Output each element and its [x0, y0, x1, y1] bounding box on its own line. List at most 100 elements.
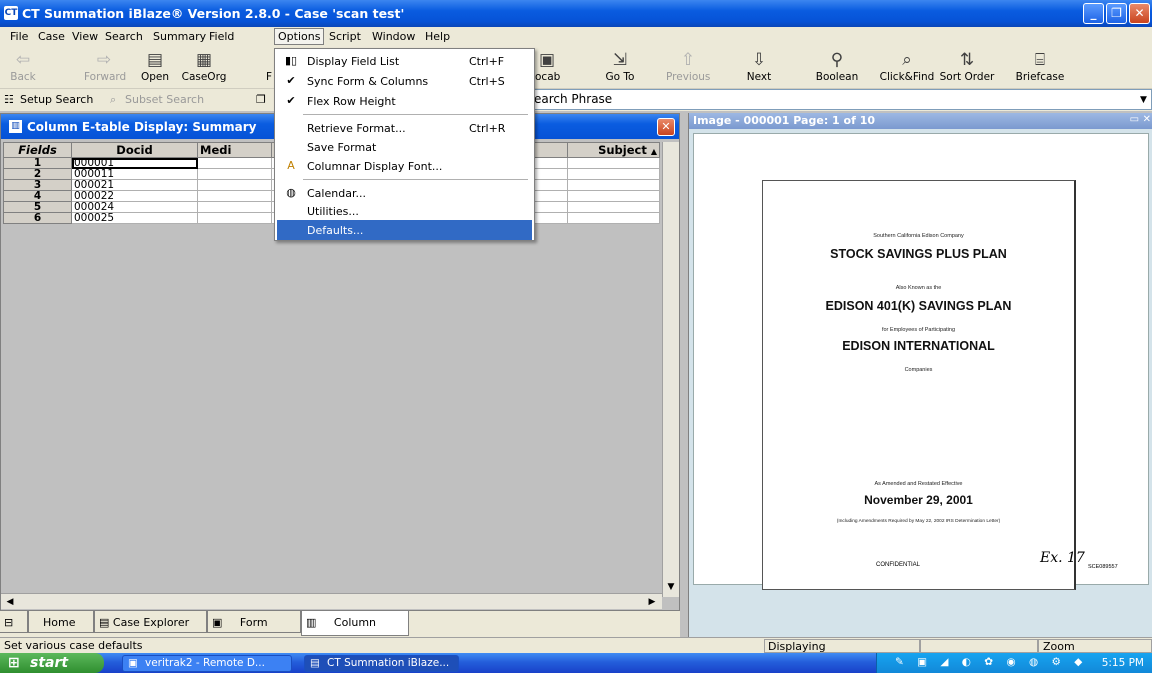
docid-cell[interactable]: 000011 — [71, 168, 198, 180]
medium-cell[interactable] — [197, 157, 272, 169]
briefcase-button[interactable]: ⌸ Briefcase — [1015, 49, 1065, 83]
horizontal-scrollbar[interactable]: ◀ ▶ — [1, 593, 662, 609]
menu-case[interactable]: Case — [38, 30, 65, 43]
subject-cell[interactable] — [567, 157, 660, 169]
forward-button[interactable]: ⇨ Forward — [84, 49, 126, 83]
docid-cell[interactable]: 000022 — [71, 190, 198, 202]
minimize-button[interactable]: _ — [1083, 3, 1104, 24]
vocab-button[interactable]: ▣ ocab — [535, 49, 560, 83]
restore-viewer-icon[interactable]: ▭ — [1130, 114, 1139, 125]
scroll-down-icon[interactable]: ▼ — [664, 580, 678, 594]
docid-cell[interactable]: 000024 — [71, 201, 198, 213]
medium-cell[interactable] — [197, 168, 272, 180]
menu-file[interactable]: File — [10, 30, 28, 43]
document-page: Southern California Edison Company STOCK… — [762, 180, 1076, 590]
menu-item-flex-row-height[interactable]: ✔ Flex Row Height — [277, 91, 532, 111]
menu-search[interactable]: Search — [105, 30, 143, 43]
previous-icon: ⇧ — [680, 50, 696, 70]
medium-cell[interactable] — [197, 179, 272, 191]
clock: 5:15 PM — [1101, 657, 1144, 669]
medium-header[interactable]: Medi — [197, 142, 272, 158]
scroll-right-icon[interactable]: ▶ — [645, 595, 659, 609]
column-icon: ▥ — [306, 616, 317, 629]
menu-item-save-format[interactable]: Save Format — [277, 137, 532, 157]
row-number: 3 — [3, 179, 72, 191]
start-button[interactable]: ⊞ start — [0, 653, 104, 673]
menu-item-display-field-list[interactable]: ▮▯ Display Field List Ctrl+F — [277, 51, 532, 71]
menu-item-retrieve-format[interactable]: Retrieve Format... Ctrl+R — [277, 118, 532, 138]
close-panel-button[interactable]: ✕ — [657, 118, 675, 136]
subject-cell[interactable] — [567, 179, 660, 191]
menu-view[interactable]: View — [72, 30, 98, 43]
medium-cell[interactable] — [197, 212, 272, 224]
clickfind-icon: ⌕ — [902, 50, 912, 70]
tab-column[interactable]: ▥ Column — [301, 611, 409, 636]
document-image[interactable]: Southern California Edison Company STOCK… — [693, 133, 1149, 590]
doc-aka: Also Known as the — [895, 285, 942, 291]
subset-search-button[interactable]: Subset Search — [125, 93, 204, 106]
setup-search-button[interactable]: Setup Search — [20, 93, 93, 106]
fields-header[interactable]: Fields — [3, 142, 72, 158]
subject-cell[interactable] — [567, 168, 660, 180]
docid-cell[interactable]: 000001 — [71, 157, 198, 169]
menu-item-defaults[interactable]: Defaults... — [277, 220, 532, 240]
tabs-menu-icon[interactable]: ⊟ — [0, 611, 28, 633]
medium-cell[interactable] — [197, 190, 272, 202]
previous-button[interactable]: ⇧ Previous — [666, 49, 710, 83]
medium-cell[interactable] — [197, 201, 272, 213]
subject-cell[interactable] — [567, 212, 660, 224]
doc-for: for Employees of Participating — [881, 327, 956, 333]
menu-item-columnar-display-font[interactable]: A Columnar Display Font... — [277, 156, 532, 176]
menu-options[interactable]: Options — [274, 28, 325, 45]
subject-cell[interactable] — [567, 201, 660, 213]
taskbar-summation[interactable]: ▤ CT Summation iBlaze... — [304, 655, 459, 672]
scroll-left-icon[interactable]: ◀ — [3, 595, 17, 609]
boolean-button[interactable]: ⚲ Boolean — [815, 49, 859, 83]
menu-window[interactable]: Window — [372, 30, 415, 43]
menu-item-utilities[interactable]: Utilities... — [277, 201, 532, 221]
toolbar: ⇦ Back ⇨ Forward ▤ Open ▦ CaseOrg F ▣ ocab ⇲ G… — [0, 47, 1152, 89]
row-number: 2 — [3, 168, 72, 180]
menu-item-calendar[interactable]: ◍ Calendar... — [277, 183, 532, 203]
open-button[interactable]: ▤ Open — [139, 49, 171, 83]
sortorder-button[interactable]: ⇅ Sort Order — [939, 49, 995, 83]
menu-script[interactable]: Script — [329, 30, 361, 43]
menu-separator — [303, 179, 528, 180]
caseorg-icon: ▦ — [195, 50, 213, 70]
caseorg-button[interactable]: ▦ CaseOrg — [181, 49, 227, 83]
search-phrase-input[interactable]: earch Phrase — [530, 89, 1152, 110]
goto-button[interactable]: ⇲ Go To — [604, 49, 636, 83]
menu-item-sync-form-columns[interactable]: ✔ Sync Form & Columns Ctrl+S — [277, 71, 532, 91]
clickfind-button[interactable]: ⌕ Click&Find — [879, 49, 935, 83]
column-etable-title: Column E-table Display: Summary — [27, 120, 257, 134]
tab-case-explorer[interactable]: ▤ Case Explorer — [94, 611, 207, 633]
docid-cell[interactable]: 000021 — [71, 179, 198, 191]
menu-help[interactable]: Help — [425, 30, 450, 43]
tab-form[interactable]: ▣ Form — [207, 611, 301, 633]
toolbar-cut-button[interactable]: F — [265, 49, 273, 83]
back-button[interactable]: ⇦ Back — [8, 49, 38, 83]
docid-cell[interactable]: 000025 — [71, 212, 198, 224]
close-button[interactable]: ✕ — [1129, 3, 1150, 24]
tab-home[interactable]: Home — [28, 611, 94, 633]
status-zoom: Zoom — [1043, 640, 1075, 653]
window-title: CT Summation iBlaze® Version 2.8.0 - Cas… — [22, 6, 405, 21]
search-toggle-icon[interactable]: ❐ — [256, 93, 266, 106]
taskbar: ⊞ start ▣ veritrak2 - Remote D... ▤ CT Summ… — [0, 653, 1152, 673]
taskbar-remote-desktop[interactable]: ▣ veritrak2 - Remote D... — [122, 655, 292, 672]
search-bar: ☷ Setup Search ⌕ Subset Search ❐ earch P… — [0, 89, 1152, 111]
menu-field[interactable]: Field — [209, 30, 234, 43]
back-arrow-icon: ⇦ — [15, 50, 31, 70]
subject-header[interactable]: Subject ▲ — [567, 142, 660, 158]
docid-header[interactable]: Docid — [71, 142, 198, 158]
close-viewer-icon[interactable]: ✕ — [1143, 114, 1151, 125]
tray-icons[interactable]: ✎ ▣ ◢ ◐ ✿ ◉ ◍ ⚙ ◆ — [895, 656, 1087, 668]
menu-summary[interactable]: Summary — [153, 30, 206, 43]
sort-up-icon: ▲ — [650, 147, 657, 156]
phrase-dropdown-icon[interactable]: ▼ — [1140, 95, 1147, 105]
next-button[interactable]: ⇩ Next — [746, 49, 772, 83]
vertical-scrollbar[interactable]: ▼ — [662, 142, 679, 597]
maximize-button[interactable]: ❐ — [1106, 3, 1127, 24]
doc-date: November 29, 2001 — [864, 493, 973, 507]
subject-cell[interactable] — [567, 190, 660, 202]
